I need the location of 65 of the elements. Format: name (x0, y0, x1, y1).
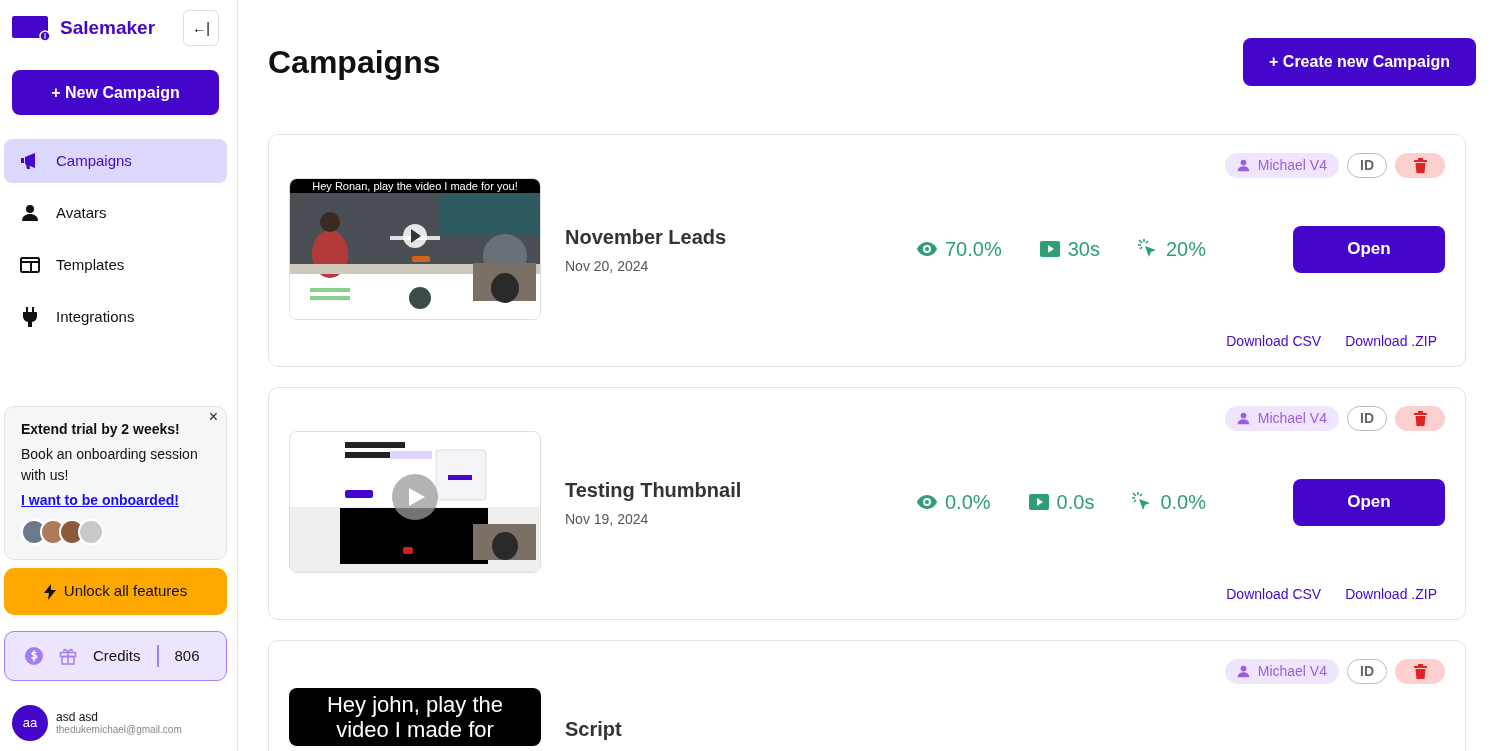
id-button[interactable]: ID (1347, 406, 1387, 431)
open-button[interactable]: Open (1293, 478, 1445, 526)
user-email: thedukemichael@gmail.com (56, 724, 182, 736)
eye-icon (917, 242, 937, 256)
campaign-title: Script (565, 717, 623, 742)
avatar-tag: Michael V4 (1224, 406, 1339, 431)
nav-item[interactable]: Avatars (4, 191, 227, 235)
download-link[interactable]: Download .ZIP (1345, 331, 1437, 352)
download-link[interactable]: Download CSV (1226, 331, 1322, 352)
stat-value: 0.0% (1160, 490, 1206, 515)
open-button[interactable]: Open (1293, 225, 1445, 273)
delete-button[interactable] (1395, 659, 1445, 684)
credits-value: 806 (174, 645, 200, 666)
download-link[interactable]: Download .ZIP (1345, 584, 1437, 605)
avatar-tag: Michael V4 (1224, 659, 1339, 684)
download-link[interactable]: Download CSV (1226, 584, 1322, 605)
person-icon (21, 204, 39, 222)
nav-item[interactable]: Integrations (4, 295, 227, 339)
user-avatar: aa (12, 705, 48, 741)
delete-button[interactable] (1395, 406, 1445, 431)
campaign-date: Nov 19, 2024 (565, 509, 650, 529)
logo-icon (12, 14, 52, 42)
create-campaign-button[interactable]: + Create new Campaign (1243, 38, 1476, 86)
cursor-click-icon (1137, 239, 1158, 259)
lightning-icon (43, 583, 56, 600)
new-campaign-button[interactable]: + New Campaign (12, 70, 219, 115)
stat-value: 70.0% (945, 237, 1002, 262)
delete-button[interactable] (1395, 153, 1445, 178)
nav-item[interactable]: Templates (4, 243, 227, 287)
campaign-date: Nov 20, 2024 (565, 256, 650, 276)
promo-text: Book an onboarding session with us! (21, 445, 199, 485)
stat-value: 30s (1067, 237, 1100, 262)
id-button[interactable]: ID (1347, 659, 1387, 684)
trash-icon (1413, 664, 1427, 679)
trash-icon (1413, 158, 1427, 173)
stat-value: 0.0% (945, 490, 991, 515)
person-icon (1236, 665, 1250, 678)
plug-icon (21, 307, 39, 327)
nav-item[interactable]: Campaigns (4, 139, 227, 183)
eye-icon (917, 495, 937, 509)
window-icon (20, 257, 40, 273)
user-name: asd asd (56, 710, 100, 724)
person-icon (1236, 159, 1250, 172)
page-title: Campaigns (268, 42, 441, 82)
id-button[interactable]: ID (1347, 153, 1387, 178)
avatar-icon (78, 519, 104, 545)
campaign-title: November Leads (565, 224, 728, 250)
close-button[interactable]: × (208, 409, 218, 425)
campaign-title: Testing Thumbnail (565, 477, 743, 503)
stat-value: 0.0s (1056, 490, 1095, 515)
unlock-button[interactable]: Unlock all features (4, 568, 227, 615)
onboarding-link[interactable]: I want to be onboarded! (21, 490, 179, 511)
brand-name: Salemaker (60, 15, 156, 40)
stat-value: 20% (1165, 237, 1206, 262)
video-caption: Hey Ronan, play the video I made for you! (290, 179, 540, 193)
person-icon (1236, 412, 1250, 425)
collapse-button[interactable]: ←| (183, 10, 219, 46)
gift-icon (59, 647, 77, 665)
video-icon (1028, 494, 1049, 510)
credits-label: Credits (93, 645, 141, 666)
dollar-icon (25, 647, 43, 665)
avatar-tag: Michael V4 (1224, 153, 1339, 178)
trash-icon (1413, 411, 1427, 426)
video-icon (1039, 241, 1060, 257)
promo-title: Extend trial by 2 weeks! (21, 420, 181, 439)
